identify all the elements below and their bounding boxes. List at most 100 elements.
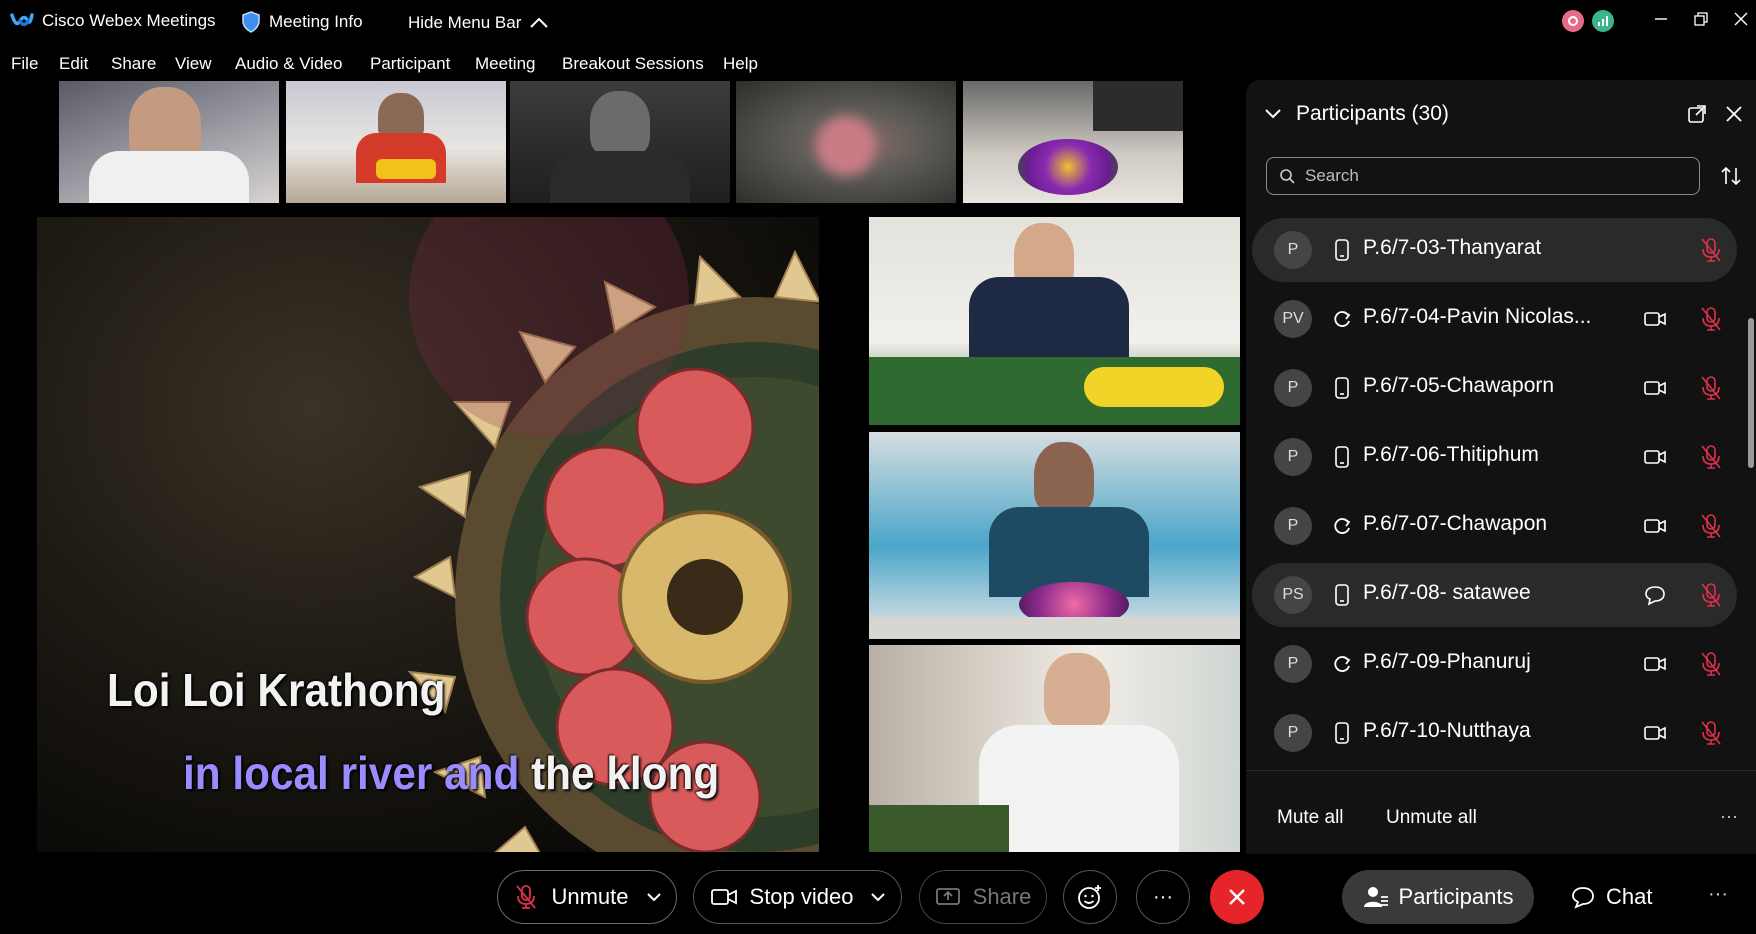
more-options-icon[interactable]: ··· (1720, 806, 1738, 827)
menu-help-label: Help (723, 54, 758, 73)
participant-search-input[interactable] (1303, 165, 1687, 187)
participant-row[interactable]: P P.6/7-05-Chawaporn (1252, 356, 1737, 420)
unmute-label: Unmute (551, 884, 629, 909)
video-icon (1644, 381, 1666, 395)
search-icon (1280, 169, 1295, 184)
participant-row[interactable]: PV P.6/7-04-Pavin Nicolas... (1252, 287, 1737, 351)
network-health-icon[interactable] (1592, 10, 1614, 32)
close-window-button[interactable] (1716, 6, 1756, 32)
participant-name: P.6/7-07-Chawapon (1363, 512, 1548, 535)
menu-breakout-sessions-label: Breakout Sessions (562, 54, 704, 73)
minimize-icon (1655, 18, 1667, 20)
menu-file-label: File (11, 54, 39, 73)
recording-indicator-icon[interactable] (1562, 10, 1584, 32)
participant-video-body (550, 151, 690, 203)
participant-video-tile[interactable] (869, 217, 1240, 425)
participant-video-tile[interactable] (869, 645, 1240, 852)
avatar: PV (1274, 300, 1312, 338)
participant-video-tile[interactable] (869, 432, 1240, 639)
participant-name: P.6/7-03-Thanyarat (1363, 236, 1542, 259)
stop-video-label: Stop video (749, 884, 854, 909)
menu-participant[interactable]: Participant (370, 54, 450, 74)
avatar: P (1274, 714, 1312, 752)
participants-tab-button[interactable]: Participants (1342, 870, 1534, 924)
more-options-button[interactable]: ··· (1136, 870, 1190, 924)
menu-participant-label: Participant (370, 54, 451, 73)
menu-edit-label: Edit (59, 54, 89, 73)
chat-tab-button[interactable]: Chat (1570, 870, 1652, 924)
video-thumbnail[interactable] (736, 81, 956, 203)
participant-video-face (1034, 442, 1094, 514)
shield-icon (242, 11, 260, 33)
phone-icon (1335, 377, 1349, 399)
close-panel-icon[interactable] (1725, 105, 1743, 123)
sort-icon[interactable] (1720, 166, 1742, 186)
muted-mic-icon[interactable] (1698, 443, 1724, 471)
unmute-button[interactable]: Unmute (497, 870, 677, 924)
reactions-button[interactable] (1063, 870, 1117, 924)
leave-meeting-button[interactable] (1210, 870, 1264, 924)
muted-mic-icon[interactable] (1698, 650, 1724, 678)
video-thumbnail[interactable] (286, 81, 506, 203)
participant-row[interactable]: PS P.6/7-08- satawee (1252, 563, 1737, 627)
meeting-info-button[interactable]: Meeting Info (241, 11, 363, 33)
video-thumbnail[interactable] (59, 81, 279, 203)
participant-row[interactable]: P P.6/7-03-Thanyarat (1252, 218, 1737, 282)
hide-menu-bar-button[interactable]: Hide Menu Bar (408, 13, 549, 33)
menu-view[interactable]: View (175, 54, 212, 74)
participant-video-table (869, 617, 1240, 639)
video-icon (1644, 312, 1666, 326)
karaoke-lyric-line-1: Loi Loi Krathong (107, 664, 446, 716)
participant-row[interactable]: P P.6/7-06-Thitiphum (1252, 425, 1737, 489)
participant-row[interactable]: P P.6/7-09-Phanuruj (1252, 632, 1737, 696)
participant-row[interactable]: P P.6/7-10-Nutthaya (1252, 701, 1737, 765)
video-thumbnail[interactable] (510, 81, 730, 203)
participant-video-body (969, 277, 1129, 357)
participants-scrollbar[interactable] (1748, 318, 1754, 468)
participant-video-body (89, 151, 249, 203)
muted-mic-icon[interactable] (1698, 305, 1724, 333)
chat-bubble-icon[interactable] (1643, 584, 1667, 606)
participant-name: P.6/7-06-Thitiphum (1363, 443, 1539, 466)
menu-share[interactable]: Share (111, 54, 156, 74)
share-screen-icon (935, 888, 960, 905)
participant-search-field[interactable] (1266, 157, 1700, 195)
menu-file[interactable]: File (11, 54, 38, 74)
menu-meeting[interactable]: Meeting (475, 54, 535, 74)
video-icon (1644, 450, 1666, 464)
menu-audio-video-label: Audio & Video (235, 54, 343, 73)
hide-menu-bar-label: Hide Menu Bar (408, 13, 522, 32)
share-button[interactable]: Share (919, 870, 1047, 924)
participant-name: P.6/7-10-Nutthaya (1363, 719, 1531, 742)
video-thumbnail[interactable] (963, 81, 1183, 203)
more-options-icon[interactable]: ··· (1708, 883, 1728, 906)
chevron-down-icon[interactable] (646, 892, 661, 902)
menu-help[interactable]: Help (723, 54, 758, 74)
pop-out-icon[interactable] (1687, 104, 1707, 124)
menu-audio-video[interactable]: Audio & Video (235, 54, 342, 74)
stop-video-button[interactable]: Stop video (693, 870, 902, 924)
video-camera-icon (710, 889, 737, 905)
muted-mic-icon[interactable] (1698, 512, 1724, 540)
sync-icon (1334, 656, 1351, 672)
participant-video-body (1093, 81, 1183, 131)
status-indicators (1562, 10, 1614, 32)
video-icon (1644, 726, 1666, 740)
menu-breakout-sessions[interactable]: Breakout Sessions (562, 54, 704, 74)
muted-mic-icon[interactable] (1698, 236, 1724, 264)
chevron-down-icon[interactable] (871, 892, 886, 902)
muted-mic-icon (516, 885, 537, 909)
karaoke-lyric-highlight: in local river and (183, 747, 520, 799)
muted-mic-icon[interactable] (1698, 719, 1724, 747)
muted-mic-icon[interactable] (1698, 374, 1724, 402)
menu-edit[interactable]: Edit (59, 54, 88, 74)
participant-name: P.6/7-05-Chawaporn (1363, 374, 1555, 397)
participant-row[interactable]: P P.6/7-07-Chawapon (1252, 494, 1737, 558)
collapse-chevron-icon[interactable] (1264, 108, 1282, 120)
unmute-all-button[interactable]: Unmute all (1386, 807, 1477, 829)
phone-icon (1335, 722, 1349, 744)
muted-mic-icon[interactable] (1698, 581, 1724, 609)
video-icon (1644, 657, 1666, 671)
chat-tab-label: Chat (1606, 884, 1653, 909)
mute-all-button[interactable]: Mute all (1277, 807, 1344, 829)
